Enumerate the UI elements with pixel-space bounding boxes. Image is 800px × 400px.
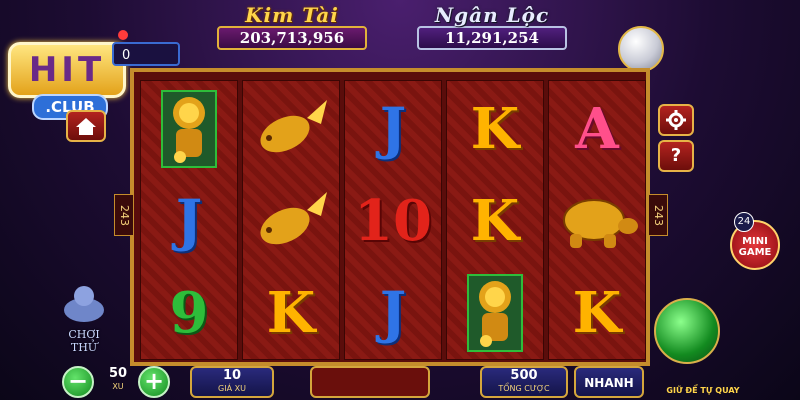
try-play-button[interactable]: CHƠI THỬ: [54, 282, 114, 354]
reel-5: A K: [548, 80, 646, 360]
symbol-K-text: K: [572, 280, 622, 346]
symbol-koi-gold: [243, 83, 339, 175]
symbol-K: K: [447, 175, 543, 267]
bet-label: XU: [112, 382, 124, 391]
hit-club-logo: HIT .CLUB: [6, 36, 126, 120]
reel-1: J 9: [140, 80, 238, 360]
try-play-label: CHƠI THỬ: [68, 328, 100, 354]
frog-statue-icon: [64, 286, 104, 322]
jackpot-ngan-loc: Ngân Lộc 11,291,254: [412, 4, 572, 50]
spin-button[interactable]: [654, 298, 720, 364]
reel-3: J 10 J: [344, 80, 442, 360]
symbol-9-text: 9: [169, 280, 209, 346]
home-button[interactable]: [66, 110, 106, 142]
reel-board: J 9 K J 10 J K K A K: [130, 68, 650, 366]
bet-display: 50 XU: [98, 366, 138, 398]
symbol-lion-gold: [447, 267, 543, 359]
symbol-A-text: A: [575, 96, 619, 162]
symbol-K-text: K: [266, 280, 316, 346]
symbol-10: 10: [345, 175, 441, 267]
symbol-A: A: [549, 83, 645, 175]
logo-hit-text: HIT: [8, 42, 126, 98]
symbol-10-text: 10: [354, 188, 432, 254]
fast-spin-button[interactable]: NHANH: [574, 366, 644, 398]
symbol-J: J: [345, 267, 441, 359]
symbol-koi-gold: [243, 175, 339, 267]
mini-game-badge: 24: [734, 212, 754, 232]
koi-fish-icon: [260, 100, 327, 153]
notification-dot-icon: [118, 30, 128, 40]
coin-value: 10: [222, 368, 242, 383]
home-icon: [76, 118, 96, 135]
credit-balance: 0: [112, 42, 180, 66]
coin-value-label: GIÁ XU: [218, 384, 246, 393]
symbol-turtle-gold: [549, 175, 645, 267]
settings-button[interactable]: [658, 104, 694, 136]
gear-icon: [666, 110, 686, 130]
coin-value-display[interactable]: 10 GIÁ XU: [190, 366, 274, 398]
ways-indicator-left: 243: [114, 194, 134, 236]
help-button[interactable]: ?: [658, 140, 694, 172]
mini-game-label-2: GAME: [738, 247, 772, 258]
jackpot-ngan-loc-value: 11,291,254: [417, 26, 567, 50]
symbol-J-text: J: [379, 280, 407, 346]
turtle-icon: [563, 199, 638, 248]
minus-icon: −: [67, 367, 89, 395]
koi-fish-icon: [260, 192, 327, 245]
total-bet-label: TỔNG CƯỢC: [498, 384, 550, 393]
total-bet-display: 500 TỔNG CƯỢC: [480, 366, 568, 398]
jackpot-kim-tai-value: 203,713,956: [217, 26, 367, 50]
symbol-J: J: [345, 83, 441, 175]
symbol-K: K: [549, 267, 645, 359]
plus-icon: +: [143, 367, 165, 395]
symbol-K-text: K: [470, 188, 520, 254]
lion-icon: [467, 274, 523, 352]
question-icon: ?: [670, 145, 682, 166]
symbol-J-text: J: [175, 188, 203, 254]
bottom-bar: − 50 XU + 10 GIÁ XU 500 TỔNG CƯỢC NHANH …: [44, 362, 758, 400]
jackpot-kim-tai-title: Kim Tài: [245, 3, 339, 27]
jackpot-kim-tai: Kim Tài 203,713,956: [212, 4, 372, 50]
pearl-icon: [618, 26, 664, 72]
increase-bet-button[interactable]: +: [138, 366, 170, 398]
symbol-J-text: J: [379, 96, 407, 162]
ways-indicator-right: 243: [648, 194, 668, 236]
reel-2: K: [242, 80, 340, 360]
symbol-K: K: [243, 267, 339, 359]
symbol-lion-gold: [141, 83, 237, 175]
total-bet-value: 500: [510, 368, 538, 383]
symbol-9: 9: [141, 267, 237, 359]
lion-icon: [161, 90, 217, 168]
hold-to-spin-label: GIỮ ĐỂ TỰ QUAY: [666, 386, 740, 395]
message-panel: [310, 366, 430, 398]
decrease-bet-button[interactable]: −: [62, 366, 94, 398]
reel-4: K K: [446, 80, 544, 360]
jackpot-ngan-loc-title: Ngân Lộc: [434, 3, 550, 27]
symbol-K-text: K: [470, 96, 520, 162]
symbol-J: J: [141, 175, 237, 267]
fast-spin-label: NHANH: [584, 376, 634, 390]
bet-value: 50: [108, 366, 128, 381]
symbol-K: K: [447, 83, 543, 175]
mini-game-label-1: MINI: [742, 236, 768, 247]
